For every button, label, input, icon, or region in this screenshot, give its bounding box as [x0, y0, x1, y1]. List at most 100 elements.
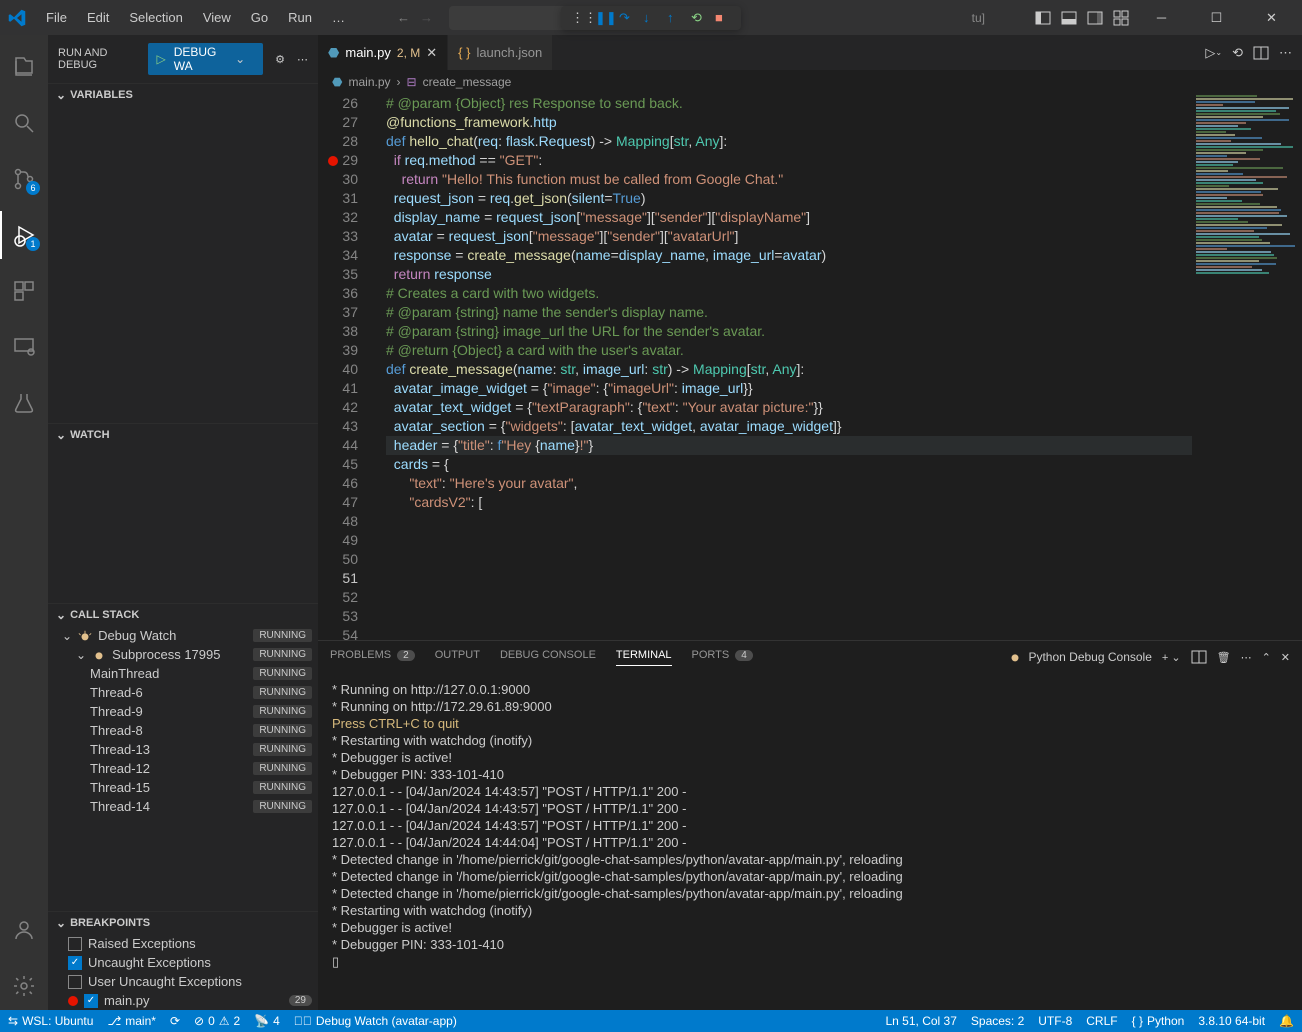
panel-tab-output[interactable]: Output [435, 649, 480, 665]
section-callstack-header[interactable]: ⌄CALL STACK [48, 604, 318, 626]
maximize-button[interactable]: ☐ [1194, 0, 1239, 35]
activity-run-debug[interactable]: 1 [0, 211, 48, 259]
toggle-secondary-sidebar-icon[interactable] [1087, 10, 1103, 26]
tab-close-icon[interactable]: ✕ [426, 45, 437, 61]
checkbox-unchecked-icon[interactable] [68, 975, 82, 989]
pause-icon[interactable]: ❚❚ [595, 10, 611, 26]
terminal-output[interactable]: * Running on http://127.0.0.1:9000 * Run… [318, 673, 1302, 1010]
activity-source-control[interactable]: 6 [0, 155, 48, 203]
status-remote[interactable]: ⇆WSL: Ubuntu [8, 1014, 93, 1028]
terminal-profile-select[interactable]: Python Debug Console [1008, 650, 1151, 664]
breakpoint-dot-icon[interactable] [328, 156, 338, 166]
callstack-thread[interactable]: Thread-13RUNNING [62, 740, 318, 759]
status-sync[interactable]: ⟳ [170, 1014, 180, 1028]
customize-layout-icon[interactable] [1113, 10, 1129, 26]
debug-config-select[interactable]: ▷ Debug Wa ⌄ [148, 43, 263, 75]
run-file-icon[interactable]: ▷⌄ [1205, 45, 1222, 61]
editor-gutter[interactable]: 2627282930313233343536373839404142434445… [318, 94, 374, 640]
split-editor-icon[interactable] [1253, 45, 1269, 61]
menu-go[interactable]: Go [243, 6, 276, 29]
minimap[interactable] [1192, 94, 1302, 640]
breakpoint-dot-icon [68, 996, 78, 1006]
callstack-process[interactable]: ⌄ Debug Watch RUNNING [62, 626, 318, 645]
status-debug-target[interactable]: ▷⃝Debug Watch (avatar-app) [294, 1014, 457, 1028]
menu-selection[interactable]: Selection [121, 6, 190, 29]
menu-edit[interactable]: Edit [79, 6, 117, 29]
activity-testing[interactable] [0, 379, 48, 427]
section-watch-header[interactable]: ⌄WATCH [48, 424, 318, 446]
section-variables-header[interactable]: ⌄VARIABLES [48, 84, 318, 106]
panel-tab-problems[interactable]: Problems2 [330, 649, 415, 665]
maximize-panel-icon[interactable]: ⌃ [1262, 651, 1271, 664]
callstack-thread[interactable]: Thread-12RUNNING [62, 759, 318, 778]
toggle-panel-icon[interactable] [1061, 10, 1077, 26]
checkbox-unchecked-icon[interactable] [68, 937, 82, 951]
step-over-icon[interactable]: ↷ [619, 10, 635, 26]
panel-problems-label: Problems [330, 649, 391, 661]
breadcrumb[interactable]: ⬣ main.py › ⊟ create_message [318, 70, 1302, 94]
stop-icon[interactable]: ■ [715, 10, 731, 26]
panel-tab-debug-console[interactable]: Debug Console [500, 649, 596, 665]
status-eol[interactable]: CRLF [1086, 1014, 1117, 1028]
close-window-button[interactable]: ✕ [1249, 0, 1294, 35]
menu-overflow[interactable]: … [324, 6, 353, 29]
menu-file[interactable]: File [38, 6, 75, 29]
status-interpreter[interactable]: 3.8.10 64-bit [1198, 1014, 1265, 1028]
editor-more-icon[interactable]: ⋯ [1279, 45, 1292, 61]
panel-tab-terminal[interactable]: Terminal [616, 649, 672, 666]
grip-icon[interactable]: ⋮⋮ [571, 10, 587, 26]
callstack-thread[interactable]: MainThreadRUNNING [62, 664, 318, 683]
nav-forward-icon[interactable]: → [420, 10, 433, 25]
bp-user-uncaught-exceptions[interactable]: User Uncaught Exceptions [62, 972, 318, 991]
tab-launch-json[interactable]: { } launch.json [448, 35, 553, 70]
split-terminal-icon[interactable] [1191, 649, 1207, 665]
step-into-icon[interactable]: ↓ [643, 10, 659, 26]
close-panel-icon[interactable]: ✕ [1281, 651, 1290, 664]
panel-more-icon[interactable]: ⋯ [1241, 651, 1252, 664]
callstack-thread[interactable]: Thread-6RUNNING [62, 683, 318, 702]
bp-uncaught-exceptions[interactable]: ✓Uncaught Exceptions [62, 953, 318, 972]
nav-back-icon[interactable]: ← [397, 10, 410, 25]
tab-main-py[interactable]: ⬣ main.py 2, M ✕ [318, 35, 448, 70]
callstack-thread[interactable]: Thread-15RUNNING [62, 778, 318, 797]
callstack-thread[interactable]: Thread-9RUNNING [62, 702, 318, 721]
section-breakpoints-header[interactable]: ⌄BREAKPOINTS [48, 912, 318, 934]
status-notifications[interactable]: 🔔 [1279, 1014, 1294, 1028]
restart-icon[interactable]: ⟲ [691, 10, 707, 26]
bp-file-main[interactable]: ✓main.py29 [62, 991, 318, 1010]
start-debug-icon[interactable]: ▷ [156, 52, 165, 66]
activity-accounts[interactable] [0, 906, 48, 954]
menu-run[interactable]: Run [280, 6, 320, 29]
step-out-icon[interactable]: ↑ [667, 10, 683, 26]
checkbox-checked-icon[interactable]: ✓ [84, 994, 98, 1008]
debug-launch-icon[interactable]: ⟲ [1232, 45, 1243, 61]
status-problems[interactable]: ⊘0⚠2 [194, 1014, 240, 1028]
status-ports[interactable]: 📡4 [254, 1014, 280, 1028]
activity-remote-explorer[interactable] [0, 323, 48, 371]
status-running: RUNNING [253, 629, 312, 642]
status-indentation[interactable]: Spaces: 2 [971, 1014, 1024, 1028]
checkbox-checked-icon[interactable]: ✓ [68, 956, 82, 970]
status-encoding[interactable]: UTF-8 [1038, 1014, 1072, 1028]
activity-explorer[interactable] [0, 43, 48, 91]
status-language[interactable]: { }Python [1132, 1014, 1185, 1028]
menu-view[interactable]: View [195, 6, 239, 29]
activity-extensions[interactable] [0, 267, 48, 315]
callstack-subprocess[interactable]: ⌄ Subprocess 17995 RUNNING [62, 645, 318, 664]
chevron-down-icon: ⌄ [235, 52, 245, 66]
bp-raised-exceptions[interactable]: Raised Exceptions [62, 934, 318, 953]
kill-terminal-icon[interactable]: 🗑 [1217, 651, 1231, 664]
debug-more-icon[interactable]: ⋯ [297, 53, 308, 66]
status-cursor-position[interactable]: Ln 51, Col 37 [886, 1014, 957, 1028]
activity-search[interactable] [0, 99, 48, 147]
toggle-primary-sidebar-icon[interactable] [1035, 10, 1051, 26]
minimize-button[interactable]: ─ [1139, 0, 1184, 35]
callstack-thread[interactable]: Thread-8RUNNING [62, 721, 318, 740]
code-editor[interactable]: # @param {Object} res Response to send b… [374, 94, 1192, 640]
callstack-thread[interactable]: Thread-14RUNNING [62, 797, 318, 816]
status-branch[interactable]: ⎇main* [107, 1014, 156, 1028]
panel-tab-ports[interactable]: Ports4 [692, 649, 753, 665]
new-terminal-icon[interactable]: + ⌄ [1162, 651, 1181, 664]
activity-settings[interactable] [0, 962, 48, 1010]
debug-settings-icon[interactable]: ⚙ [275, 53, 285, 66]
